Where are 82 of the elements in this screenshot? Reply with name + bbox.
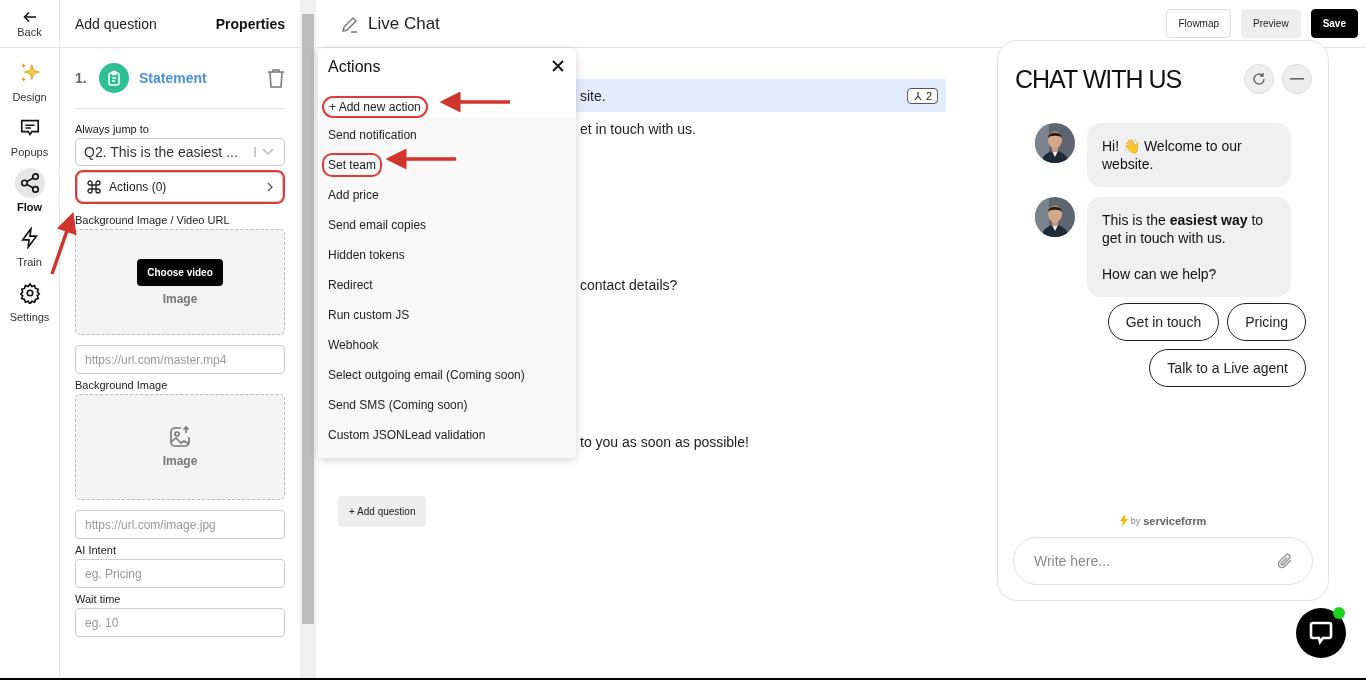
quick-reply-button[interactable]: Pricing xyxy=(1227,303,1306,341)
chat-input[interactable]: Write here... xyxy=(1013,537,1313,585)
nav-item[interactable]: Flow xyxy=(1,168,58,213)
refresh-icon[interactable] xyxy=(1244,64,1274,94)
intent-field[interactable]: eg. Pricing xyxy=(75,559,285,588)
branding-by: by xyxy=(1130,515,1141,526)
image-url-field[interactable]: https://url.com/image.jpg xyxy=(75,510,285,539)
question-row[interactable]: et in touch with us. xyxy=(574,112,946,145)
action-option[interactable]: Redirect xyxy=(322,273,379,297)
question-text: contact details? xyxy=(580,276,679,293)
back-button[interactable]: Back xyxy=(0,0,59,48)
bolt-icon xyxy=(1119,514,1128,527)
attachment-icon[interactable] xyxy=(1275,551,1295,571)
header-button[interactable]: Save xyxy=(1310,9,1358,38)
brand-logo: servicefσrm xyxy=(1143,514,1207,527)
dropzone-caption: Image xyxy=(162,291,198,306)
question-text: to you as soon as possible! xyxy=(580,433,750,450)
jump-select[interactable]: Q2. This is the easiest ... xyxy=(75,138,285,166)
question-row[interactable]: to you as soon as possible! xyxy=(574,425,946,458)
action-option[interactable]: Send notification xyxy=(322,123,423,147)
video-url-field[interactable]: https://url.com/master.mp4 xyxy=(75,345,285,374)
bolt-icon xyxy=(18,227,41,249)
chat-launcher-button[interactable] xyxy=(1296,608,1346,658)
action-option[interactable]: Webhook xyxy=(322,333,385,357)
header-button[interactable]: Preview xyxy=(1241,9,1301,38)
form-title: Live Chat xyxy=(368,13,441,34)
image-dropzone[interactable]: Image xyxy=(75,394,285,500)
panel-tab[interactable]: Add question xyxy=(75,15,157,32)
question-number: 1. xyxy=(75,70,88,86)
delete-icon[interactable] xyxy=(267,68,285,88)
field-label: Background Image / Video URL xyxy=(75,214,231,226)
share-icon xyxy=(18,172,41,194)
action-option[interactable]: Hidden tokens xyxy=(322,243,411,267)
action-option[interactable]: Send SMS (Coming soon) xyxy=(322,393,474,417)
question-row[interactable]: site. 2 xyxy=(574,79,946,112)
command-icon xyxy=(87,180,101,194)
action-option[interactable]: Set team xyxy=(322,153,383,177)
field-label: AI Intent xyxy=(75,544,117,556)
back-arrow-icon xyxy=(22,9,37,24)
action-option[interactable]: Custom JSONLead validation xyxy=(322,423,492,447)
field-label: Always jump to xyxy=(75,123,150,135)
action-option[interactable]: Run custom JS xyxy=(322,303,416,327)
image-upload-icon xyxy=(169,426,191,448)
nav-item[interactable]: Settings xyxy=(1,278,58,323)
video-dropzone[interactable]: Choose video Image xyxy=(75,229,285,335)
question-text: site. xyxy=(580,87,607,104)
chevron-down-icon xyxy=(254,146,276,158)
annotation-arrow xyxy=(385,148,456,170)
quick-reply-button[interactable]: Talk to a Live agent xyxy=(1149,349,1306,387)
nav-item[interactable]: Popups xyxy=(1,113,58,158)
action-option[interactable]: Select outgoing email (Coming soon) xyxy=(322,363,531,387)
chat-message: This is the easiest way to get in touch with us. How can we help? xyxy=(1087,197,1291,297)
clipboard-icon xyxy=(99,63,129,93)
action-option[interactable]: Add price xyxy=(322,183,385,207)
popup-title: Actions xyxy=(328,58,381,76)
question-text: et in touch with us. xyxy=(580,120,697,137)
chat-message: Hi! 👋 Welcome to our website. xyxy=(1087,123,1291,187)
nav-item[interactable]: Train xyxy=(1,223,58,268)
choose-video-button[interactable]: Choose video xyxy=(137,258,223,286)
wait-time-field[interactable]: eg. 10 xyxy=(75,608,285,637)
header-button[interactable]: Flowmap xyxy=(1166,9,1232,38)
chat-bubble-icon xyxy=(1308,620,1334,646)
annotation-arrow xyxy=(439,91,510,113)
add-question-button[interactable]: + Add question xyxy=(338,496,427,527)
field-label: Wait time xyxy=(75,593,122,605)
chat-title: CHAT WITH US xyxy=(1015,64,1183,94)
action-option[interactable]: Send email copies xyxy=(322,213,433,237)
actions-button[interactable]: Actions (0) xyxy=(75,170,285,204)
dropzone-caption: Image xyxy=(162,454,198,468)
chevron-right-icon xyxy=(267,182,273,192)
avatar xyxy=(1035,197,1075,237)
field-label: Background Image xyxy=(75,379,169,391)
minimize-icon[interactable] xyxy=(1282,64,1312,94)
panel-tab[interactable]: Properties xyxy=(215,15,285,32)
question-row[interactable]: contact details? xyxy=(574,268,946,301)
branch-badge: 2 xyxy=(906,87,938,104)
quick-reply-button[interactable]: Get in touch xyxy=(1107,303,1220,341)
avatar xyxy=(1035,123,1075,163)
settings-icon xyxy=(18,282,41,304)
nav-item[interactable]: Design xyxy=(1,58,58,103)
question-type: Statement xyxy=(139,70,208,86)
annotation-arrow xyxy=(50,212,77,275)
